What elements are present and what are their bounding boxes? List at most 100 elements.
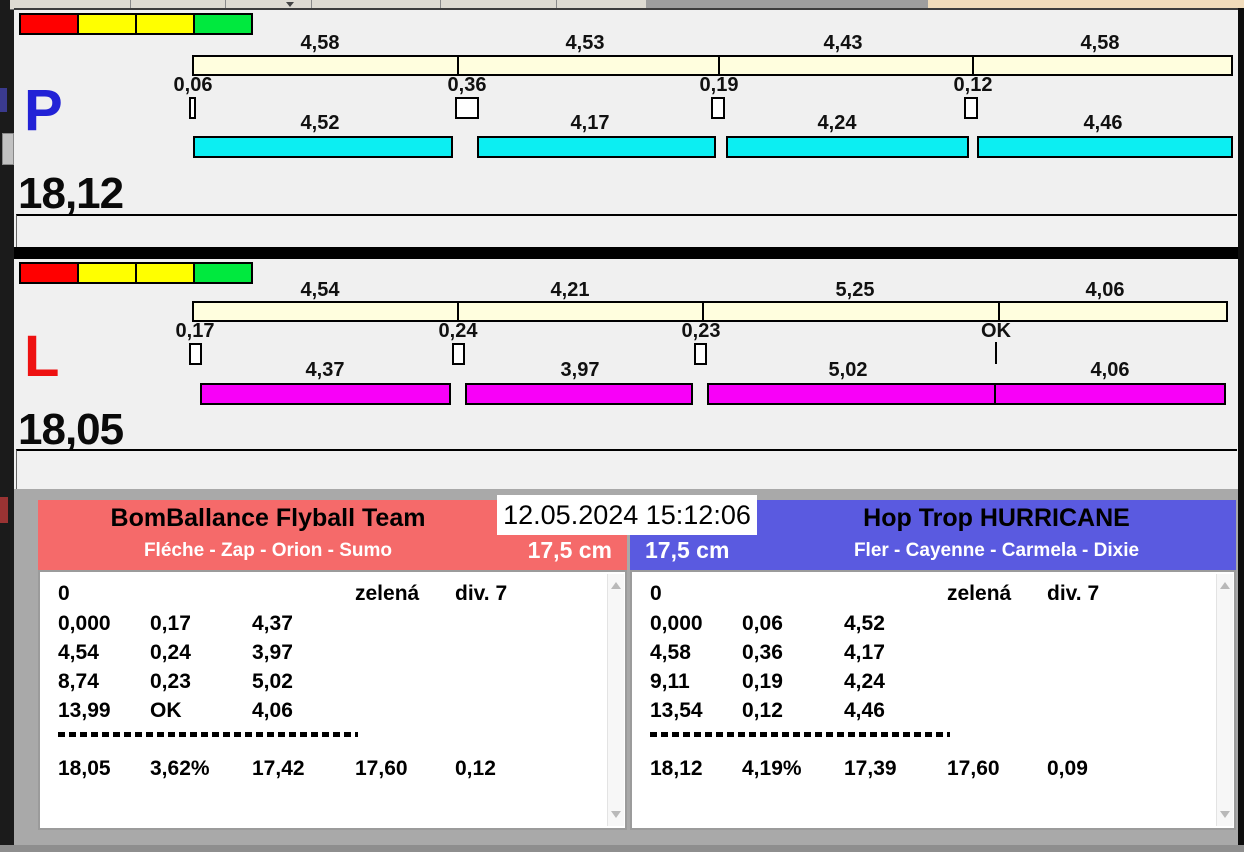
ruler-tick [718, 57, 720, 74]
limit-time-cell: 17,60 [947, 757, 1000, 780]
run-bar [465, 383, 693, 405]
ruler-tick [998, 303, 1000, 320]
summary-row: 18,12 4,19% 17,39 17,60 0,09 [632, 757, 1234, 785]
dropdown-caret-icon [286, 2, 294, 7]
run-bar [193, 136, 453, 158]
lane-footer-strip [16, 214, 1237, 249]
run-time-cell: 4,52 [844, 612, 885, 635]
split-time-label: 4,21 [550, 279, 590, 301]
changeover-gap-label: 0,24 [438, 320, 478, 342]
edge-artifact [0, 88, 7, 112]
results-table[interactable]: 0 zelená div. 7 0,000 0,06 4,52 4,58 0,3… [630, 570, 1236, 830]
ruler-tick [457, 57, 459, 74]
loss-percent-cell: 3,62% [150, 757, 210, 780]
margin-cell: 0,12 [455, 757, 496, 780]
changeover-gap-box [452, 343, 465, 365]
split-time-label: 4,58 [300, 32, 340, 54]
changeover-ok-mark [995, 342, 997, 364]
changeover-gap-label: OK [981, 320, 1011, 342]
run-bar [726, 136, 969, 158]
table-row: 4,54 0,24 3,97 [40, 641, 625, 669]
gap-cell: 0,19 [742, 670, 783, 693]
jump-height: 17,5 cm [645, 537, 730, 563]
run-time-cell: 4,17 [844, 641, 885, 664]
window-right-border [1238, 8, 1244, 846]
team-name: Hop Trop HURRICANE [863, 504, 1130, 532]
changeover-gap-box [455, 97, 479, 119]
run-time-label: 4,06 [1090, 359, 1130, 381]
table-row: 0 zelená div. 7 [40, 582, 625, 610]
total-time-cell: 18,12 [650, 757, 703, 780]
jump-height: 17,5 cm [527, 537, 612, 563]
run-bar [200, 383, 451, 405]
changeover-gap-box [964, 97, 978, 119]
table-row: 0,000 0,17 4,37 [40, 612, 625, 640]
run-time-cell: 4,37 [252, 612, 293, 635]
table-row: 9,11 0,19 4,24 [632, 670, 1234, 698]
total-time-cell: 18,05 [58, 757, 111, 780]
table-row: 0 zelená div. 7 [632, 582, 1234, 610]
table-row: 4,58 0,36 4,17 [632, 641, 1234, 669]
table-dashed-divider [650, 732, 950, 737]
lane-divider-bar [14, 247, 1244, 259]
cumulative-time-cell: 4,58 [650, 641, 691, 664]
table-scrollbar[interactable] [607, 574, 624, 826]
light-yellow-icon [77, 13, 137, 35]
split-ruler-bar [192, 55, 1233, 76]
light-red-icon [19, 13, 79, 35]
run-bar [994, 383, 1226, 405]
gap-cell: 0,24 [150, 641, 191, 664]
light-status-cell: zelená [947, 582, 1012, 605]
changeover-gap-label: 0,06 [173, 74, 213, 96]
light-yellow-icon [135, 262, 195, 284]
table-row: 8,74 0,23 5,02 [40, 670, 625, 698]
changeover-gap-box [711, 97, 725, 119]
table-row: 0,000 0,06 4,52 [632, 612, 1234, 640]
run-time-cell: 4,06 [252, 699, 293, 722]
start-lights [19, 262, 253, 284]
start-cell: 0 [650, 582, 662, 605]
changeover-gap-label: 0,23 [681, 320, 721, 342]
timestamp: 12.05.2024 15:12:06 [497, 495, 757, 535]
run-time-cell: 5,02 [252, 670, 293, 693]
summary-row: 18,05 3,62% 17,42 17,60 0,12 [40, 757, 625, 785]
flyball-timer-screen: P 18,12 4,58 4,53 4,43 4,58 0,06 0,36 0,… [0, 0, 1244, 852]
scroll-up-icon[interactable] [1220, 582, 1230, 589]
run-time-label: 4,52 [300, 112, 340, 134]
changeover-gap-label: 0,36 [447, 74, 487, 96]
scroll-up-icon[interactable] [611, 582, 621, 589]
run-time-label: 4,46 [1083, 112, 1123, 134]
changeover-gap-label: 0,17 [175, 320, 215, 342]
split-time-label: 4,53 [565, 32, 605, 54]
window-bottom-border [0, 845, 1244, 852]
split-time-label: 4,58 [1080, 32, 1120, 54]
changeover-gap-box [189, 343, 202, 365]
team-lineup: Fler - Cayenne - Carmela - Dixie [853, 540, 1140, 561]
margin-cell: 0,09 [1047, 757, 1088, 780]
net-time-cell: 17,42 [252, 757, 305, 780]
scroll-down-icon[interactable] [1220, 811, 1230, 818]
edge-scrollbar-thumb[interactable] [2, 133, 14, 165]
lane-panel-p: P 18,12 4,58 4,53 4,43 4,58 0,06 0,36 0,… [16, 10, 1238, 249]
ruler-tick [702, 303, 704, 320]
start-lights [19, 13, 253, 35]
light-green-icon [193, 262, 253, 284]
gap-cell: 0,17 [150, 612, 191, 635]
limit-time-cell: 17,60 [355, 757, 408, 780]
scroll-down-icon[interactable] [611, 811, 621, 818]
background-window-edge [0, 0, 14, 852]
team-panel-right: Hop Trop HURRICANE Fler - Cayenne - Carm… [630, 500, 1236, 830]
cumulative-time-cell: 8,74 [58, 670, 99, 693]
lane-panel-l: L 18,05 4,54 4,21 5,25 4,06 0,17 0,24 0,… [16, 259, 1238, 491]
gap-cell: 0,12 [742, 699, 783, 722]
results-table[interactable]: 0 zelená div. 7 0,000 0,17 4,37 4,54 0,2… [38, 570, 627, 830]
cumulative-time-cell: 9,11 [650, 670, 690, 693]
team-name: BomBallance Flyball Team [110, 504, 426, 532]
start-cell: 0 [58, 582, 70, 605]
light-yellow-icon [135, 13, 195, 35]
cumulative-time-cell: 0,000 [58, 612, 111, 635]
split-time-label: 4,43 [823, 32, 863, 54]
changeover-gap-label: 0,12 [953, 74, 993, 96]
net-time-cell: 17,39 [844, 757, 897, 780]
table-scrollbar[interactable] [1216, 574, 1233, 826]
